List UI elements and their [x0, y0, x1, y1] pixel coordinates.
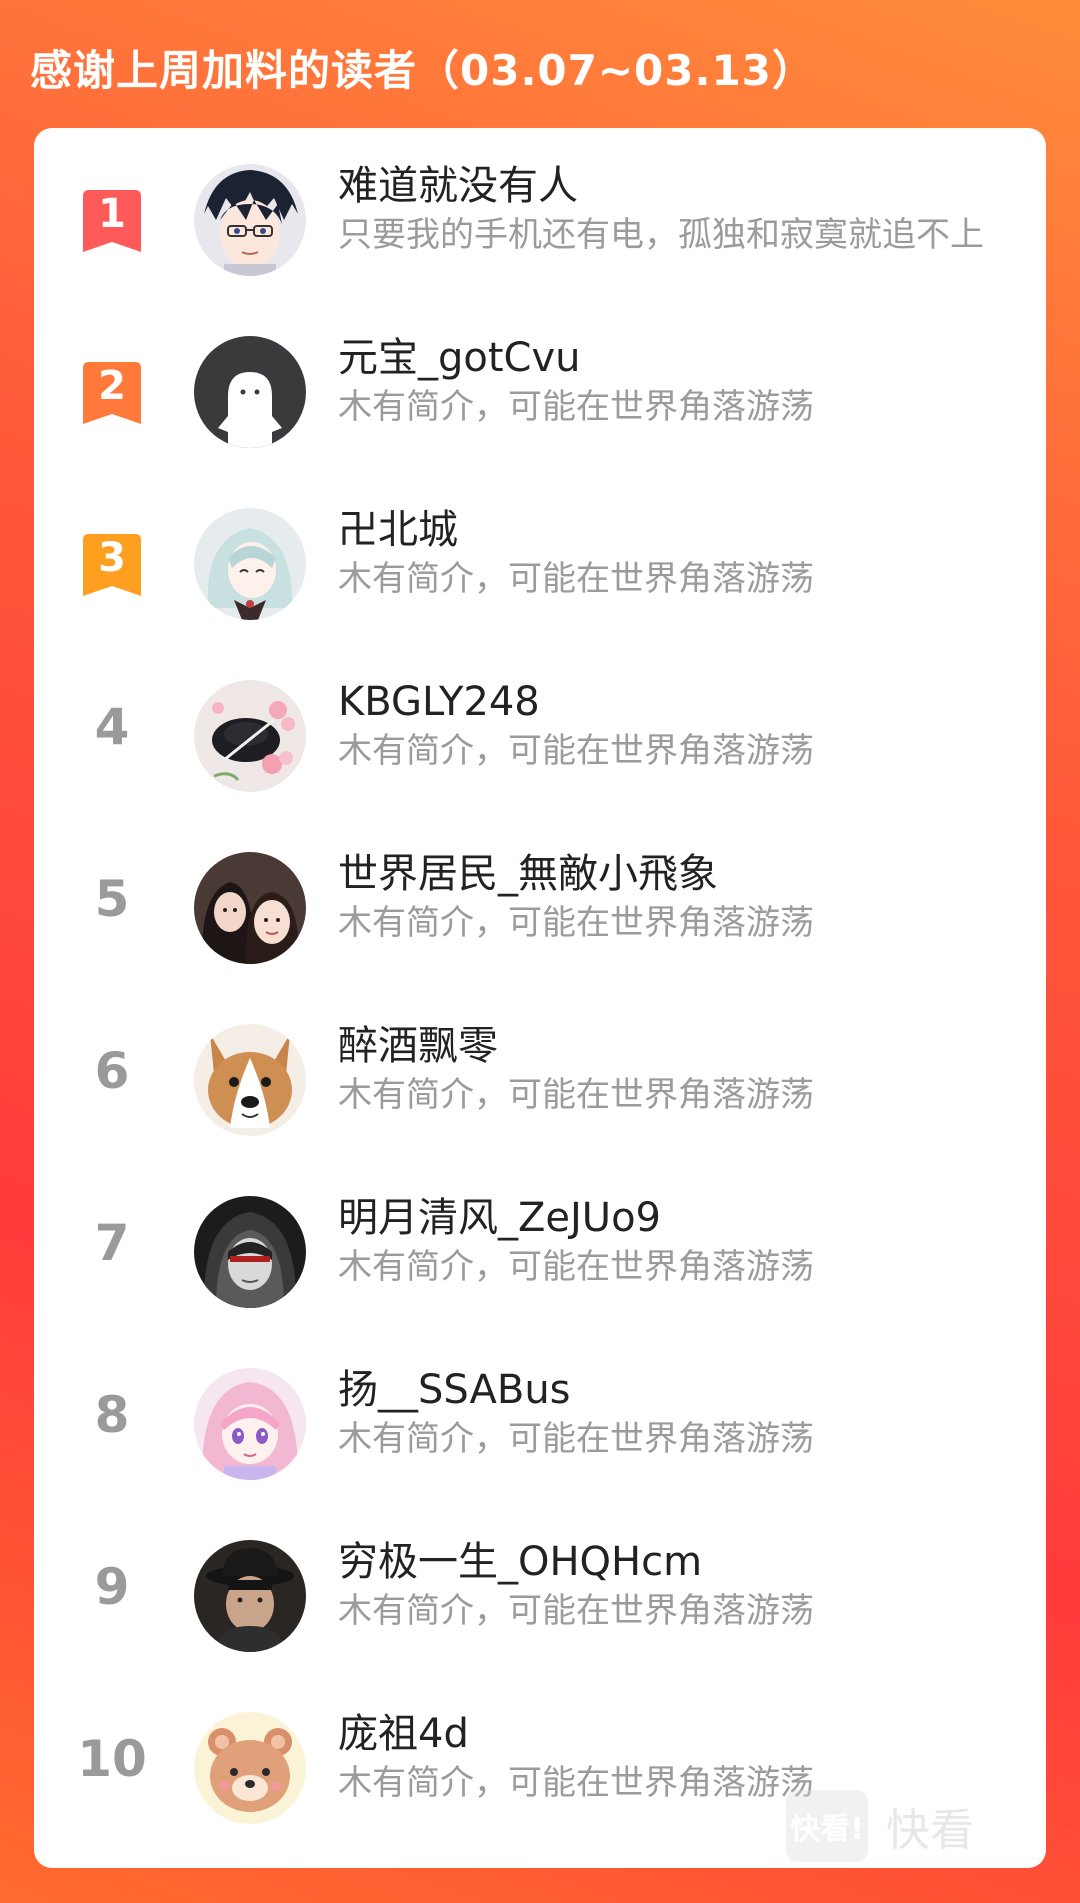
- reader-bio: 木有简介，可能在世界角落游荡: [338, 559, 814, 599]
- reader-row[interactable]: 9 穷极一生_OHQHcm 木有简介，可能在世界角落游荡: [34, 1504, 1046, 1676]
- reader-bio: 木有简介，可能在世界角落游荡: [338, 731, 814, 771]
- reader-row[interactable]: 6 醉酒飘零 木有简介，可能在世界角落游荡: [34, 988, 1046, 1160]
- corgi-dog-avatar[interactable]: [194, 1024, 306, 1136]
- page-title: 感谢上周加料的读者（03.07~03.13）: [30, 45, 815, 95]
- reader-bio: 木有简介，可能在世界角落游荡: [338, 903, 814, 943]
- reader-name[interactable]: KBGLY248: [338, 678, 540, 726]
- anime-boy-avatar[interactable]: [194, 164, 306, 276]
- reader-row[interactable]: 5 世界居民_無敵小飛象 木有简介，可能在世界角落游荡: [34, 816, 1046, 988]
- reader-row[interactable]: 1 难道就没有人 只要我的手机还有电，孤独和寂寞就追不上: [34, 128, 1046, 300]
- rank-ribbon-icon: 2: [83, 362, 141, 424]
- reader-bio: 木有简介，可能在世界角落游荡: [338, 1247, 814, 1287]
- reader-bio: 木有简介，可能在世界角落游荡: [338, 1075, 814, 1115]
- rank-number: 3: [98, 535, 126, 581]
- kuaikan-watermark: 快看! 快看: [786, 1790, 974, 1862]
- reader-name[interactable]: 扬__SSABus: [338, 1366, 571, 1414]
- bear-cartoon-avatar[interactable]: [194, 1712, 306, 1824]
- kuaikan-logo-icon: 快看!: [786, 1790, 868, 1862]
- rank-number: 4: [94, 698, 130, 756]
- rank-number: 10: [77, 1730, 147, 1788]
- reader-row[interactable]: 2 元宝_gotCvu 木有简介，可能在世界角落游荡: [34, 300, 1046, 472]
- default-ghost-avatar[interactable]: [194, 336, 306, 448]
- rank-number: 7: [94, 1214, 130, 1272]
- rank-number: 6: [94, 1042, 130, 1100]
- rank-number: 5: [94, 870, 130, 928]
- two-girls-avatar[interactable]: [194, 852, 306, 964]
- reader-name[interactable]: 明月清风_ZeJUo9: [338, 1194, 661, 1242]
- reader-name[interactable]: 世界居民_無敵小飛象: [338, 850, 718, 898]
- reader-row[interactable]: 3 卍北城 木有简介，可能在世界角落游荡: [34, 472, 1046, 644]
- anime-girl-avatar[interactable]: [194, 508, 306, 620]
- reader-bio: 木有简介，可能在世界角落游荡: [338, 387, 814, 427]
- reader-bio: 木有简介，可能在世界角落游荡: [338, 1763, 814, 1803]
- reader-name[interactable]: 醉酒飘零: [338, 1022, 498, 1070]
- reader-bio: 木有简介，可能在世界角落游荡: [338, 1419, 814, 1459]
- reader-bio: 木有简介，可能在世界角落游荡: [338, 1591, 814, 1631]
- rank-ribbon-icon: 3: [83, 534, 141, 596]
- rank-number: 8: [94, 1386, 130, 1444]
- reader-list-card: 1 难道就没有人 只要我的手机还有电，孤独和寂寞就追不上 2 元宝_gotCvu…: [34, 128, 1046, 1868]
- rank-number: 1: [98, 191, 126, 237]
- man-fedora-avatar[interactable]: [194, 1540, 306, 1652]
- reader-name[interactable]: 穷极一生_OHQHcm: [338, 1538, 702, 1586]
- reader-row[interactable]: 8 扬__SSABus 木有简介，可能在世界角落游荡: [34, 1332, 1046, 1504]
- watermark-text: 快看: [886, 1805, 974, 1856]
- pink-anime-avatar[interactable]: [194, 1368, 306, 1480]
- reader-name[interactable]: 难道就没有人: [338, 162, 578, 210]
- reader-name[interactable]: 卍北城: [338, 506, 458, 554]
- reader-row[interactable]: 7 明月清风_ZeJUo9 木有简介，可能在世界角落游荡: [34, 1160, 1046, 1332]
- rank-number: 9: [94, 1558, 130, 1616]
- hooded-figure-avatar[interactable]: [194, 1196, 306, 1308]
- reader-name[interactable]: 元宝_gotCvu: [338, 334, 581, 382]
- reader-bio: 只要我的手机还有电，孤独和寂寞就追不上: [338, 215, 984, 255]
- rank-ribbon-icon: 1: [83, 190, 141, 252]
- rank-number: 2: [98, 363, 126, 409]
- flowers-hat-avatar[interactable]: [194, 680, 306, 792]
- reader-row[interactable]: 4 KBGLY248 木有简介，可能在世界角落游荡: [34, 644, 1046, 816]
- reader-name[interactable]: 庞祖4d: [338, 1710, 469, 1758]
